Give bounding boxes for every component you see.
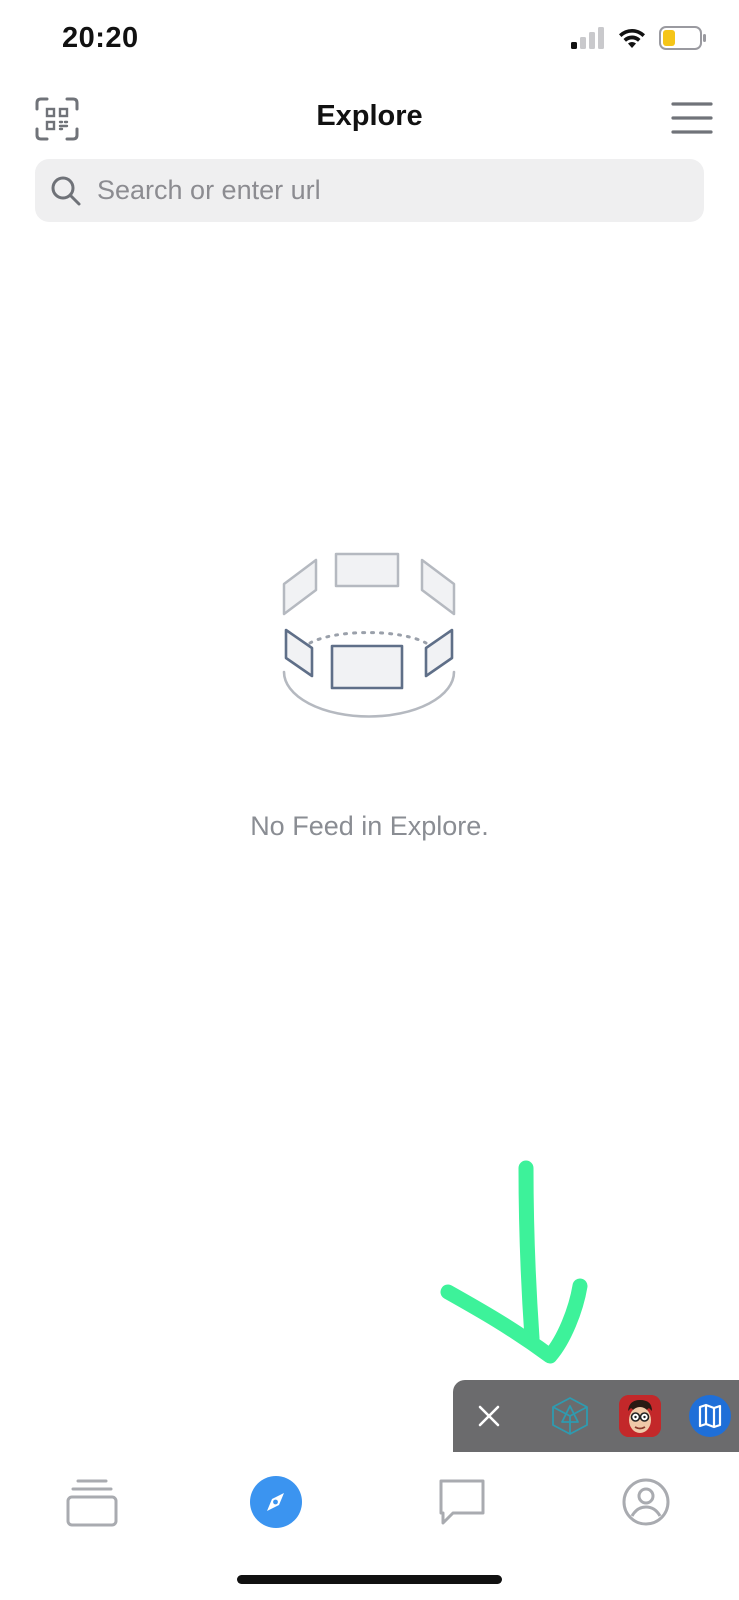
profile-icon [622,1478,670,1526]
search-icon [49,174,83,208]
dapp-tray-app-cube[interactable] [549,1395,591,1437]
empty-state-message: No Feed in Explore. [250,811,489,841]
status-time: 20:20 [62,22,139,54]
status-icons [571,26,707,50]
wallet-stack-icon [66,1479,118,1527]
dapp-tray [453,1380,739,1452]
tab-profile[interactable] [616,1472,676,1532]
tray-close-button[interactable] [457,1380,521,1452]
avatar-dapp-icon [619,1395,661,1437]
map-dapp-icon [698,1403,722,1429]
wifi-icon [619,28,645,48]
menu-icon [671,102,713,134]
tab-chat[interactable] [432,1472,492,1532]
tab-bar [0,1452,739,1552]
page-title: Explore [316,100,423,132]
menu-button[interactable] [671,100,713,136]
cube-dapp-icon [552,1397,588,1435]
tab-explore[interactable] [246,1472,306,1532]
search-bar[interactable] [35,159,704,222]
battery-icon [659,26,706,50]
cellular-signal-icon [571,27,604,49]
compass-icon [250,1476,302,1528]
dapp-tray-app-map[interactable] [689,1395,731,1437]
dapp-tray-app-avatar[interactable] [619,1395,661,1437]
search-input[interactable] [95,174,659,207]
tab-wallet[interactable] [62,1472,122,1532]
annotation-arrow-icon [440,1160,610,1365]
close-icon [478,1405,500,1427]
home-indicator [237,1575,502,1584]
empty-feed-illustration [270,548,470,738]
chat-icon [439,1479,485,1525]
